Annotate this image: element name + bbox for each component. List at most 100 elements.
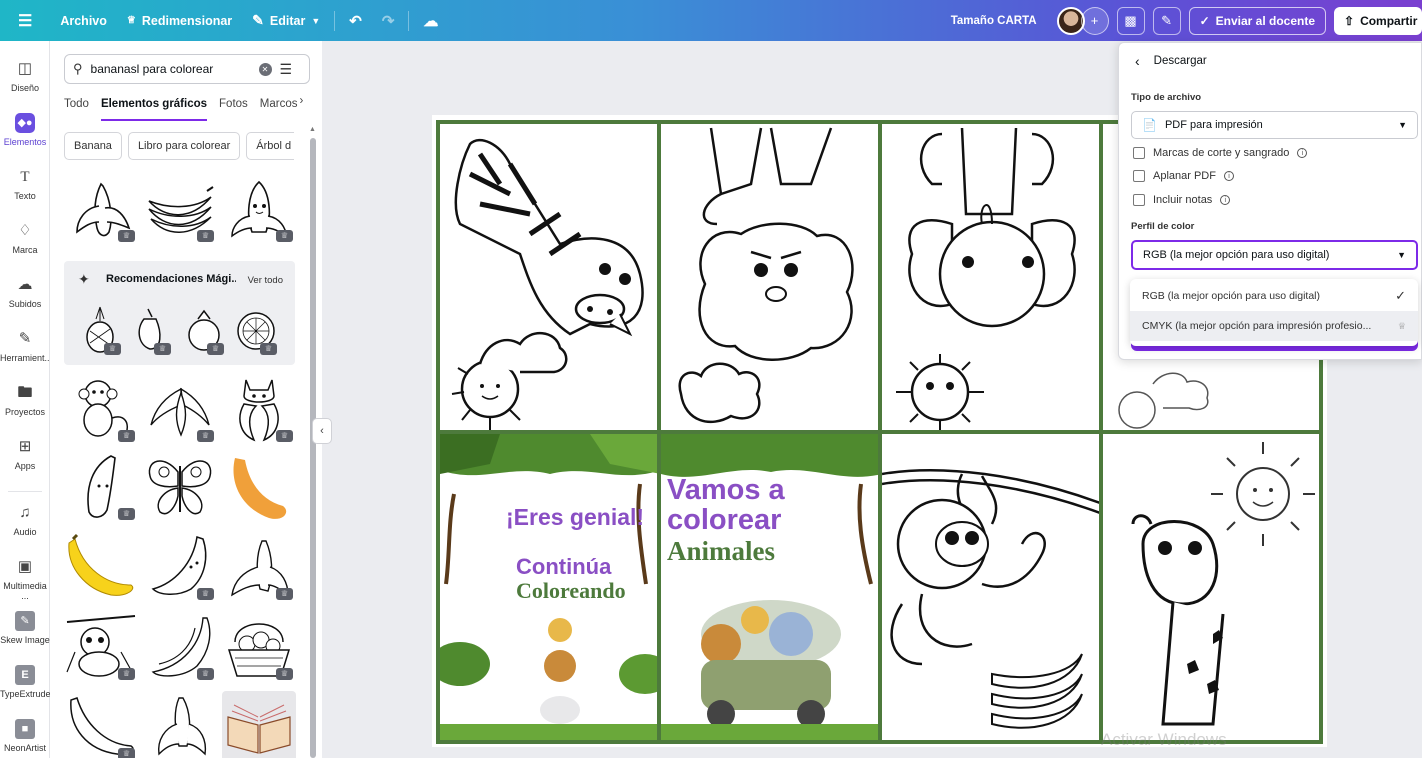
color-profile-value: RGB (la mejor opción para uso digital) bbox=[1143, 249, 1330, 261]
add-collaborator-button[interactable]: + bbox=[1080, 6, 1109, 35]
see-all-link[interactable]: Ver todo bbox=[248, 275, 283, 286]
graphic-peeled-banana-outline[interactable]: ♕ bbox=[222, 531, 296, 603]
graphic-banana-pair[interactable]: ♕ bbox=[143, 611, 217, 683]
graphic-peeled-banana-2[interactable] bbox=[143, 691, 217, 758]
rail-item-typeextrude[interactable]: E TypeExtrude bbox=[0, 665, 51, 699]
rail-item-elementos[interactable]: ◆● Elementos bbox=[0, 113, 50, 147]
graphic-peeled-banana[interactable]: ♕ bbox=[64, 173, 138, 245]
neonartist-icon: ■ bbox=[15, 719, 35, 739]
chip-banana[interactable]: Banana bbox=[64, 132, 122, 160]
scroll-thumb[interactable] bbox=[310, 138, 316, 758]
chevron-right-icon[interactable]: › bbox=[300, 95, 304, 121]
check-circle-icon: ✓ bbox=[1199, 13, 1210, 28]
redo-button[interactable]: ↷ bbox=[372, 0, 405, 41]
graphic-banana-bunch-outline[interactable]: ♕ bbox=[143, 373, 217, 445]
checkbox-box[interactable] bbox=[1133, 170, 1145, 182]
page-giraffe[interactable] bbox=[1101, 432, 1321, 742]
search-input[interactable] bbox=[90, 62, 251, 76]
rail-item-multimedia[interactable]: ▣ Multimedia ... bbox=[0, 557, 50, 601]
rail-item-marca[interactable]: ♢ Marca bbox=[0, 221, 50, 255]
graphic-banana-line[interactable]: ♕ bbox=[64, 691, 138, 758]
page-cover-eres-genial[interactable]: ¡Eres genial! Continúa Coloreando bbox=[438, 432, 659, 742]
rail-divider bbox=[8, 491, 42, 492]
info-icon[interactable]: i bbox=[1220, 195, 1231, 205]
graphic-banana-outline[interactable]: ♕ bbox=[143, 531, 217, 603]
cloud-save-button[interactable]: ☁ bbox=[413, 0, 448, 41]
page-cover-vamos-a-colorear[interactable]: Vamos a colorear Animales bbox=[659, 432, 880, 742]
premium-badge-icon: ♕ bbox=[276, 588, 293, 600]
clear-icon[interactable]: ✕ bbox=[258, 62, 272, 76]
graphic-cat-banana[interactable]: ♕ bbox=[222, 373, 296, 445]
download-header: ‹ Descargar bbox=[1135, 53, 1207, 69]
rail-item-audio[interactable]: ♫ Audio bbox=[0, 503, 50, 537]
option-rgb[interactable]: RGB (la mejor opción para uso digital) ✓ bbox=[1130, 281, 1418, 311]
rail-item-neonartist[interactable]: ■ NeonArtist bbox=[0, 719, 50, 753]
sparkle-icon: ✦ bbox=[78, 271, 90, 287]
option-cmyk[interactable]: CMYK (la mejor opción para impresión pro… bbox=[1130, 311, 1418, 341]
graphic-orange-banana[interactable] bbox=[222, 451, 296, 523]
tab-elementos-graficos[interactable]: Elementos gráficos bbox=[100, 95, 208, 121]
undo-button[interactable]: ↶ bbox=[339, 0, 372, 41]
graphic-banana-bunch[interactable]: ♕ bbox=[143, 173, 217, 245]
chevron-down-icon: ▼ bbox=[1397, 250, 1406, 260]
collapse-panel-button[interactable]: ‹ bbox=[312, 418, 332, 444]
share-button[interactable]: ⇧ Compartir bbox=[1334, 6, 1422, 35]
graphic-butterfly[interactable] bbox=[143, 451, 217, 523]
chip-libro-para-colorear[interactable]: Libro para colorear bbox=[127, 132, 241, 160]
edit-menu-button[interactable]: ✎ Editar ▼ bbox=[242, 0, 330, 41]
flatten-pdf-checkbox[interactable]: Aplanar PDF i bbox=[1133, 170, 1234, 182]
include-notes-checkbox[interactable]: Incluir notas i bbox=[1133, 194, 1231, 206]
comment-icon: ✎ bbox=[1161, 12, 1173, 28]
main-menu-button[interactable]: ☰ bbox=[0, 0, 50, 41]
insights-button[interactable]: ▩ bbox=[1116, 6, 1145, 35]
graphic-monkey-banana[interactable]: ♕ bbox=[64, 373, 138, 445]
crop-marks-checkbox[interactable]: Marcas de corte y sangrado i bbox=[1133, 147, 1308, 159]
resize-button[interactable]: ♕ Redimensionar bbox=[117, 0, 242, 41]
page-zebra[interactable] bbox=[438, 122, 659, 432]
cover2-line3: Animales bbox=[667, 536, 775, 566]
graphic-sloth-banana[interactable]: ♕ bbox=[64, 611, 138, 683]
graphic-fruit-basket[interactable]: ♕ bbox=[222, 611, 296, 683]
music-icon: ♫ bbox=[19, 504, 31, 521]
tab-marcos[interactable]: Marcos bbox=[260, 95, 298, 121]
rail-item-herramientas[interactable]: ✎ Herramient... bbox=[0, 329, 52, 363]
comments-button[interactable]: ✎ bbox=[1152, 6, 1181, 35]
info-icon[interactable]: i bbox=[1297, 148, 1308, 158]
scroll-up-icon[interactable]: ▲ bbox=[309, 126, 316, 133]
hamburger-icon: ☰ bbox=[18, 12, 33, 30]
rail-item-subidos[interactable]: ☁ Subidos bbox=[0, 275, 50, 309]
premium-badge-icon: ♕ bbox=[118, 430, 135, 442]
graphic-yellow-banana[interactable] bbox=[64, 531, 138, 603]
tab-fotos[interactable]: Fotos bbox=[219, 95, 248, 121]
checkbox-box[interactable] bbox=[1133, 194, 1145, 206]
page-elephant[interactable] bbox=[880, 122, 1101, 432]
share-icon: ⇧ bbox=[1344, 13, 1355, 28]
file-type-value: PDF para impresión bbox=[1164, 119, 1263, 131]
magic-recommendations: ✦ Recomendaciones Mági... Ver todo ♕ ♕ ♕… bbox=[64, 261, 295, 365]
send-to-teacher-button[interactable]: ✓ Enviar al docente bbox=[1188, 6, 1326, 35]
plus-icon: + bbox=[1090, 13, 1099, 28]
premium-badge-icon: ♕ bbox=[104, 343, 121, 355]
chip-arbol[interactable]: Árbol d bbox=[246, 132, 294, 160]
graphic-open-book[interactable] bbox=[222, 691, 296, 758]
rail-item-apps[interactable]: ⊞ Apps bbox=[0, 437, 50, 471]
premium-badge-icon: ♕ bbox=[276, 230, 293, 242]
page-monkey[interactable] bbox=[880, 432, 1101, 742]
rail-item-diseno[interactable]: ◫ Diseño bbox=[0, 59, 50, 93]
file-type-select[interactable]: 📄 PDF para impresión ▼ bbox=[1131, 111, 1418, 139]
checkbox-box[interactable] bbox=[1133, 147, 1145, 159]
color-profile-select[interactable]: RGB (la mejor opción para uso digital) ▼ bbox=[1131, 240, 1418, 270]
filter-icon[interactable]: ☰ bbox=[280, 61, 293, 78]
rail-item-skew-image[interactable]: ✎ Skew Image bbox=[0, 611, 50, 645]
search-box[interactable]: ⚲ ✕ ☰ bbox=[64, 54, 310, 84]
rail-item-texto[interactable]: T Texto bbox=[0, 167, 50, 201]
premium-badge-icon: ♕ bbox=[118, 508, 135, 520]
graphic-smiling-banana[interactable]: ♕ bbox=[64, 451, 138, 523]
rail-item-proyectos[interactable]: 🖿 Proyectos bbox=[0, 383, 50, 417]
page-lion[interactable] bbox=[659, 122, 880, 432]
graphic-cute-banana[interactable]: ♕ bbox=[222, 173, 296, 245]
file-menu-button[interactable]: Archivo bbox=[50, 0, 117, 41]
back-icon[interactable]: ‹ bbox=[1135, 53, 1140, 69]
info-icon[interactable]: i bbox=[1223, 171, 1234, 181]
tab-todo[interactable]: Todo bbox=[64, 95, 89, 121]
